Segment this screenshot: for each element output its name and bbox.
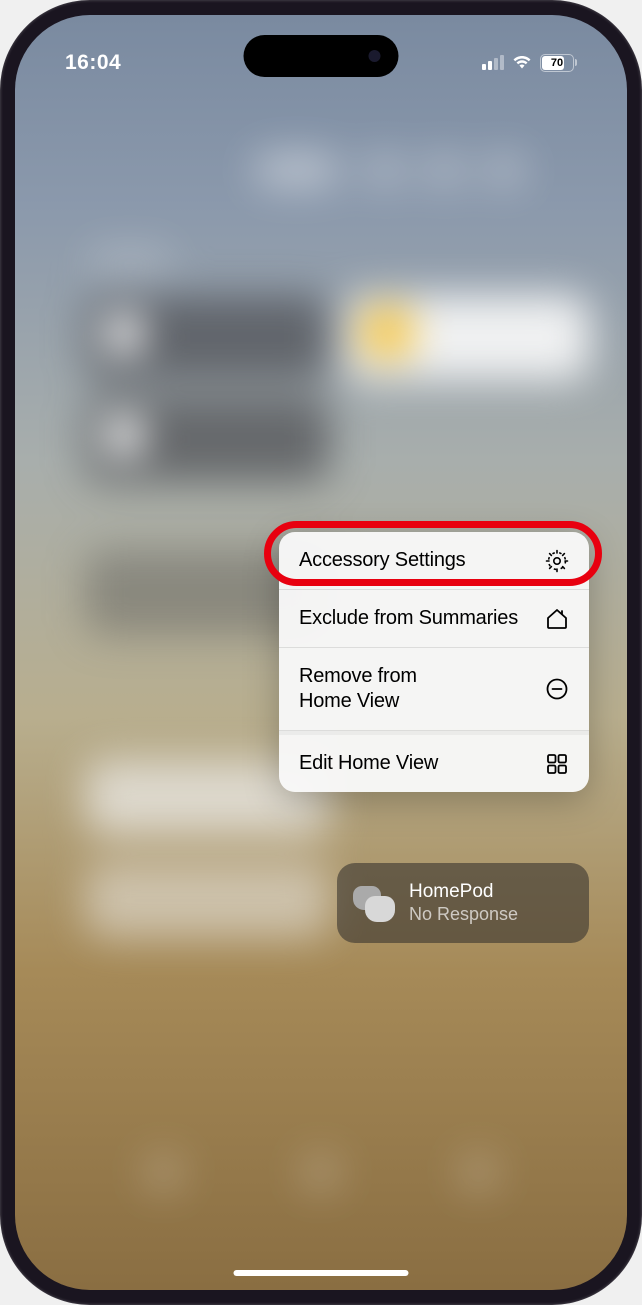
- screen: 16:04 70: [15, 15, 627, 1290]
- homepod-icon: [353, 882, 395, 924]
- accessory-tile-homepod[interactable]: HomePod No Response: [337, 863, 589, 943]
- wifi-icon: [512, 55, 532, 70]
- menu-item-remove-home-view[interactable]: Remove from Home View: [279, 648, 589, 731]
- menu-item-edit-home-view[interactable]: Edit Home View: [279, 731, 589, 792]
- minus-circle-icon: [545, 677, 569, 701]
- context-menu: Accessory Settings Exclude from Summarie…: [279, 532, 589, 792]
- accessory-status: No Response: [409, 904, 518, 925]
- cellular-icon: [482, 55, 504, 70]
- menu-label: Accessory Settings: [299, 548, 465, 573]
- grid-icon: [545, 752, 569, 776]
- status-time: 16:04: [65, 51, 121, 75]
- menu-item-exclude-summaries[interactable]: Exclude from Summaries: [279, 590, 589, 648]
- menu-label: Edit Home View: [299, 751, 438, 776]
- home-indicator[interactable]: [234, 1270, 409, 1276]
- menu-item-accessory-settings[interactable]: Accessory Settings: [279, 532, 589, 590]
- menu-label: Remove from Home View: [299, 664, 417, 714]
- gear-icon: [545, 549, 569, 573]
- accessory-name: HomePod: [409, 881, 518, 903]
- phone-device-frame: 16:04 70: [0, 0, 642, 1305]
- battery-indicator: 70: [540, 54, 577, 72]
- menu-label: Exclude from Summaries: [299, 606, 518, 631]
- dynamic-island: [244, 35, 399, 77]
- home-icon: [545, 607, 569, 631]
